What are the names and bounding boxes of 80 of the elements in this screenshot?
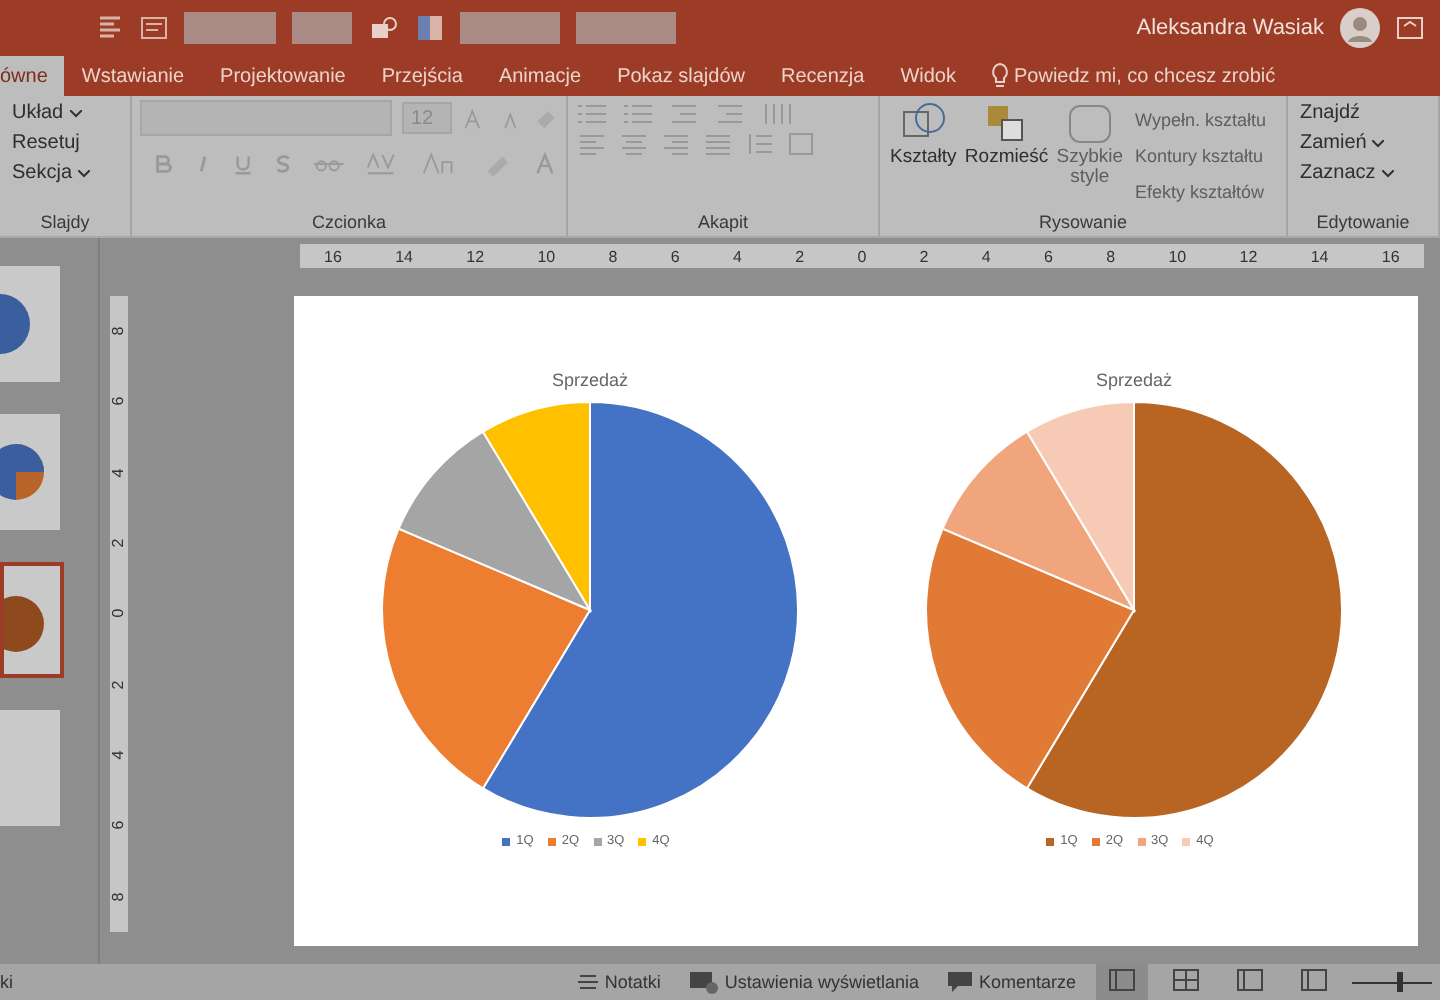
font-field[interactable]: [184, 12, 276, 44]
chart-title: Sprzedaż: [1095, 370, 1173, 390]
legend-swatch: [638, 837, 647, 845]
ribbon-tab[interactable]: Wstawianie: [63, 56, 203, 96]
legend-swatch: [502, 837, 511, 845]
monitor-icon: [688, 970, 721, 994]
legend-swatch: [1046, 837, 1055, 845]
group-label: Czcionka: [309, 212, 388, 236]
font-color-icon[interactable]: [532, 152, 559, 176]
align-right-icon[interactable]: [660, 132, 692, 156]
ribbon-button[interactable]: Zaznacz: [1296, 160, 1430, 186]
slide-thumbnail[interactable]: [0, 562, 64, 678]
legend-swatch: [1137, 837, 1145, 845]
text-box-icon[interactable]: [786, 132, 818, 156]
numbering-icon[interactable]: [622, 100, 658, 128]
layout-icon: [1300, 967, 1328, 991]
notes-icon: [576, 972, 601, 992]
ribbon-tab[interactable]: Animacje: [480, 56, 600, 96]
slide-thumbnail[interactable]: [0, 266, 60, 382]
chart-title: Sprzedaż: [551, 370, 629, 390]
status-button[interactable]: Notatki: [568, 972, 669, 992]
layout-icon: [1236, 967, 1264, 991]
caret-icon: [78, 170, 91, 178]
height-field[interactable]: [576, 12, 676, 44]
legend-swatch: [1182, 837, 1191, 845]
slide-thumbnail[interactable]: [0, 710, 60, 826]
ribbon-display-icon[interactable]: [1396, 16, 1424, 40]
user-name: Aleksandra Wasiak: [1136, 16, 1324, 40]
caret-icon: [69, 110, 82, 118]
ribbon-tab[interactable]: Recenzja: [763, 56, 883, 96]
ribbon-button[interactable]: Kształty: [888, 100, 959, 212]
width-field[interactable]: [460, 12, 560, 44]
lightbulb-icon: [990, 62, 1010, 90]
styles-icon: [1063, 100, 1116, 148]
status-text: ki: [0, 972, 13, 992]
legend-swatch: [593, 837, 601, 845]
underline-icon[interactable]: [232, 152, 255, 176]
textbox-icon[interactable]: [140, 16, 168, 40]
columns-icon[interactable]: [760, 100, 796, 128]
ribbon-tab[interactable]: Widok: [882, 56, 974, 96]
vertical-ruler: 8 6 4 2 0 2 4 6 8: [110, 296, 128, 932]
shape-icon[interactable]: [368, 14, 400, 42]
bold-icon[interactable]: [152, 152, 175, 176]
caret-icon: [1372, 140, 1385, 148]
ribbon-tab[interactable]: Przejścia: [363, 56, 481, 96]
justify-icon[interactable]: [702, 132, 734, 156]
ribbon-button[interactable]: Sekcja: [8, 160, 122, 186]
tell-me-field[interactable]: Powiedz mi, co chcesz zrobić: [1010, 56, 1318, 96]
align-left-icon[interactable]: [576, 132, 608, 156]
bullets-icon[interactable]: [576, 100, 612, 128]
grid-icon: [1172, 967, 1200, 991]
ribbon-button[interactable]: Rozmieść: [964, 100, 1049, 212]
layout-icon: [1108, 967, 1136, 991]
status-button[interactable]: Ustawienia wyświetlania: [680, 970, 927, 994]
group-label: Slajdy: [38, 212, 92, 236]
color-icon[interactable]: [416, 14, 444, 42]
ribbon-tab[interactable]: ówne: [0, 56, 64, 96]
shadow-icon[interactable]: [272, 152, 295, 176]
caret-icon: [1381, 170, 1394, 178]
group-label: Akapit: [695, 212, 750, 236]
ribbon-button[interactable]: Układ: [8, 100, 122, 126]
ribbon-button[interactable]: Zamień: [1296, 130, 1430, 156]
comment-icon: [946, 970, 975, 994]
align-center-icon[interactable]: [618, 132, 650, 156]
horizontal-ruler: 16 14 12 10 8 6 4 2 0 2 4 6 8 10 12 14 16: [300, 244, 1424, 268]
legend-swatch: [1091, 837, 1100, 845]
line-spacing-icon[interactable]: [744, 132, 776, 156]
ribbon-tab[interactable]: Pokaz slajdów: [599, 56, 763, 96]
slide-thumbnail[interactable]: [0, 414, 60, 530]
group-label: Edytowanie: [1314, 212, 1412, 236]
group-label: Rysowanie: [1036, 212, 1130, 236]
avatar[interactable]: [1340, 8, 1380, 48]
status-button[interactable]: Komentarze: [938, 970, 1084, 994]
align-icon[interactable]: [96, 14, 124, 42]
size-field[interactable]: [292, 12, 352, 44]
legend-swatch: [547, 837, 556, 845]
ribbon-button[interactable]: Resetuj: [8, 130, 122, 156]
ribbon-tab[interactable]: Projektowanie: [202, 56, 364, 96]
view-button[interactable]: [1096, 963, 1148, 1000]
ribbon-button[interactable]: Znajdź: [1296, 100, 1430, 126]
